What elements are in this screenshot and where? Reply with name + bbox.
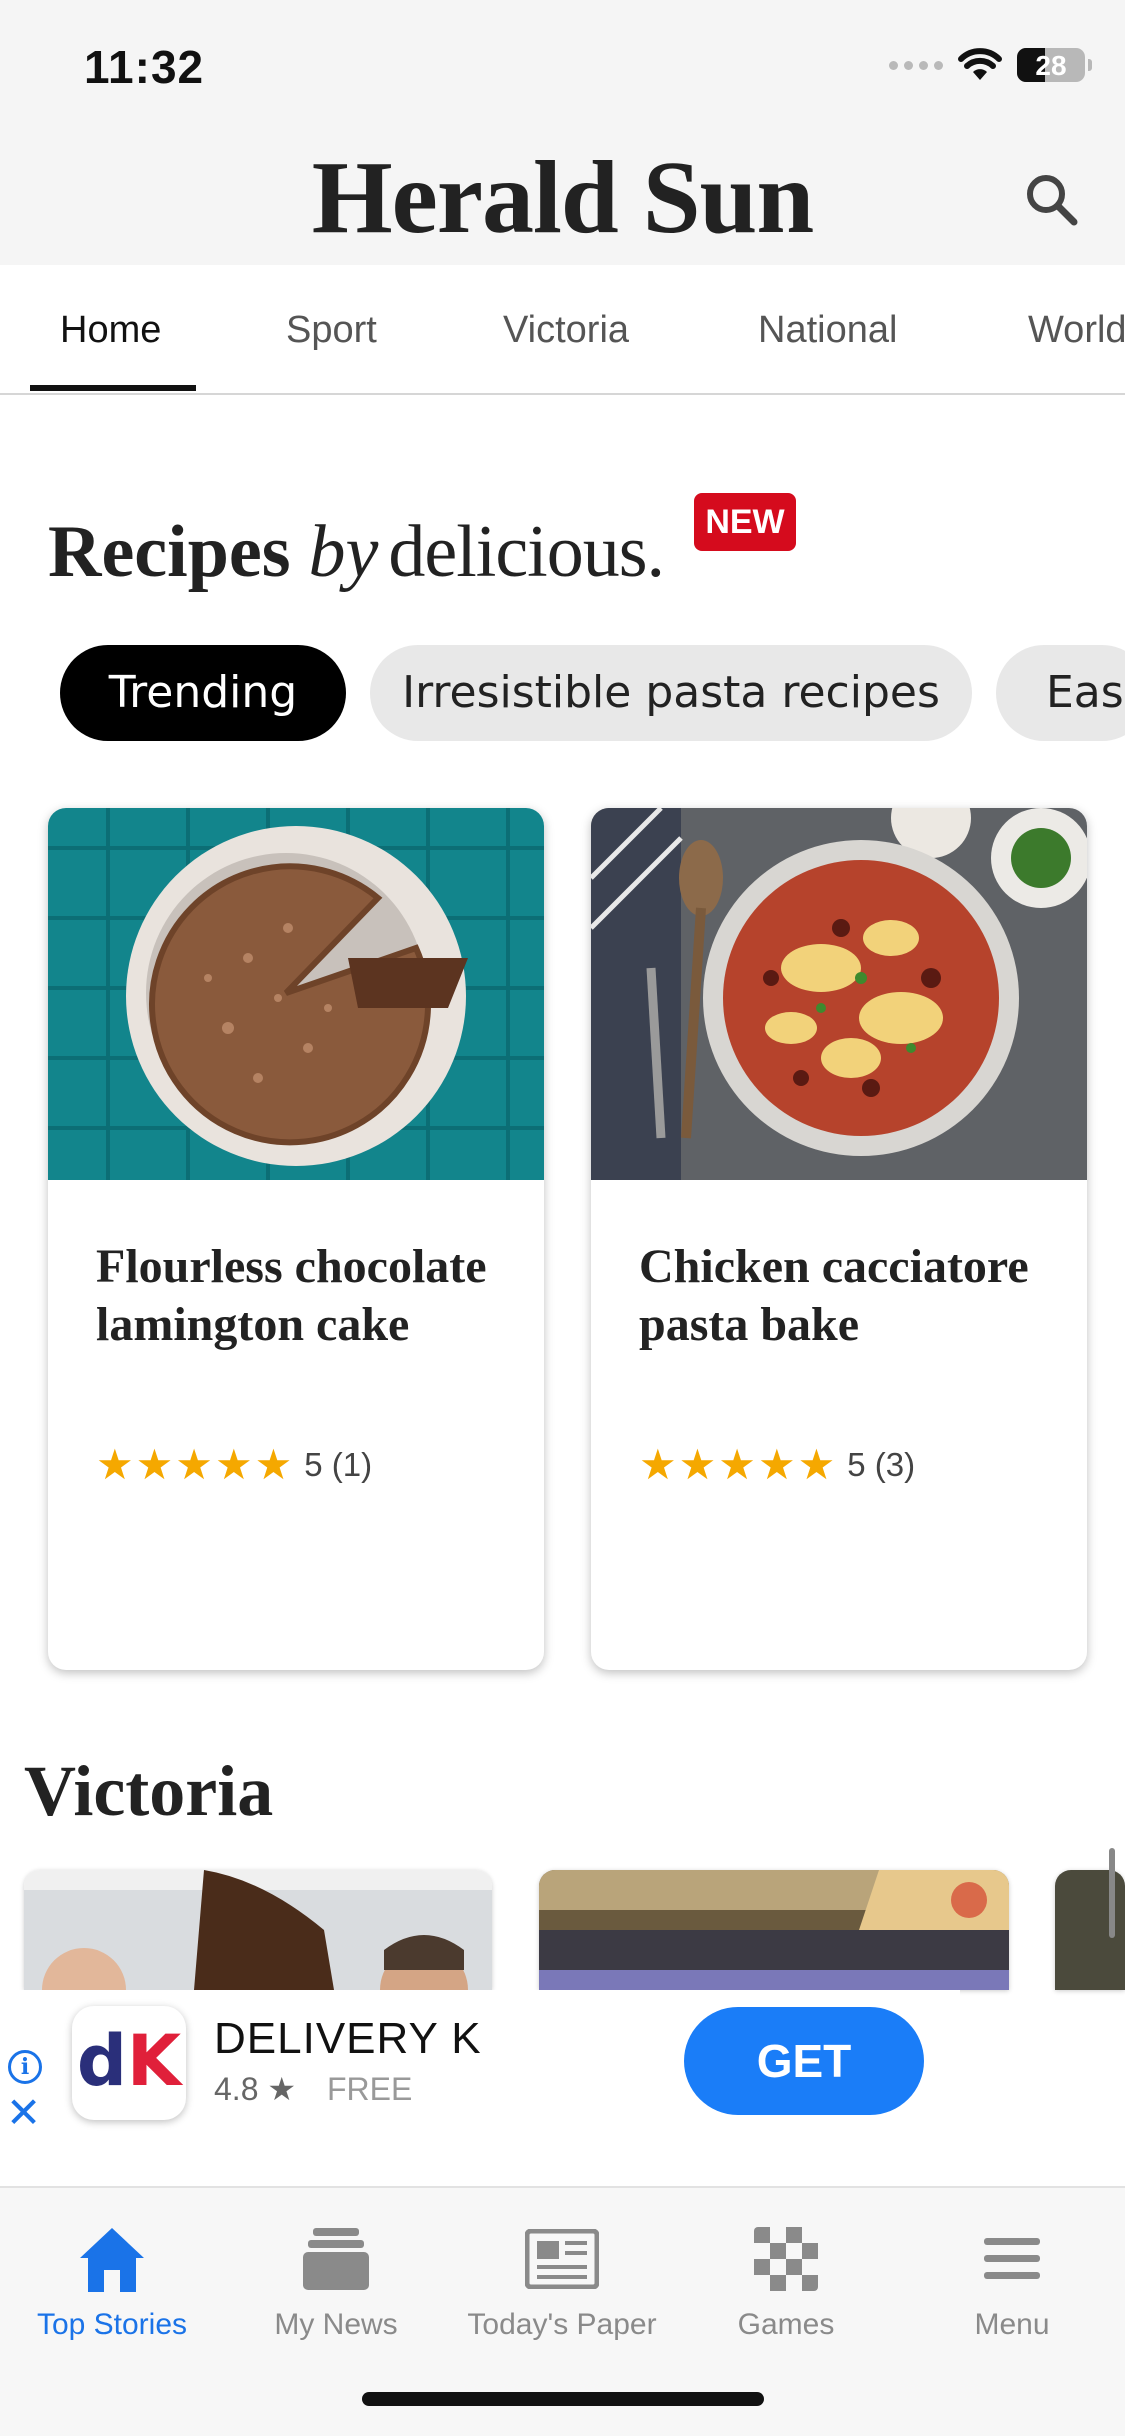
scroll-indicator[interactable] <box>1109 1848 1115 1938</box>
recipes-title-word: Recipes <box>48 511 291 593</box>
get-button[interactable]: GET <box>684 2007 924 2115</box>
tab-home[interactable]: Home <box>60 309 161 352</box>
status-time: 11:32 <box>84 41 205 93</box>
home-indicator[interactable] <box>362 2392 764 2406</box>
ad-app-meta: 4.8 ★ FREE <box>214 2070 412 2108</box>
wifi-icon <box>958 48 1002 80</box>
delicious-brand: delicious. <box>388 511 665 593</box>
recipe-title: Flourless chocolate lamington cake <box>96 1240 487 1351</box>
recipe-category-chips: Trending Irresistible pasta recipes Easy <box>0 645 1125 745</box>
recipes-title-by: by <box>308 511 379 593</box>
ad-app-rating: 4.8 ★ <box>214 2071 297 2107</box>
nav-my-news[interactable]: My News <box>226 2214 446 2342</box>
newspaper-icon <box>525 2229 599 2289</box>
games-icon <box>754 2227 818 2291</box>
tab-sport[interactable]: Sport <box>286 309 377 352</box>
nav-label: Menu <box>974 2308 1050 2341</box>
victoria-story-card[interactable] <box>24 1870 492 1990</box>
chip-easy[interactable]: Easy <box>996 645 1125 741</box>
info-icon[interactable]: i <box>8 2050 42 2084</box>
recipe-rating: ★★★★★ 5 (1) <box>96 1440 372 1489</box>
menu-icon <box>984 2238 1040 2279</box>
section-tabs: Home Sport Victoria National World <box>0 265 1125 395</box>
nav-menu[interactable]: Menu <box>902 2214 1122 2342</box>
victoria-story-card[interactable] <box>539 1870 1009 1990</box>
nav-top-stories[interactable]: Top Stories <box>2 2214 222 2342</box>
status-icons: 28 <box>889 48 1092 82</box>
rating-value: 5 (1) <box>304 1445 373 1483</box>
tab-world[interactable]: World <box>1028 309 1125 352</box>
recipe-image-pasta-bake <box>591 808 1087 1180</box>
active-tab-indicator <box>30 385 196 391</box>
app-logo-letter-k: K <box>126 2020 182 2102</box>
recipe-title: Chicken cacciatore pasta bake <box>639 1240 1029 1351</box>
nav-todays-paper[interactable]: Today's Paper <box>452 2214 672 2342</box>
nav-label: My News <box>274 2308 398 2341</box>
recipe-card[interactable]: Flourless chocolate lamington cake ★★★★★… <box>48 808 544 1670</box>
tab-victoria[interactable]: Victoria <box>503 309 629 352</box>
home-icon <box>80 2228 144 2292</box>
close-icon[interactable]: ✕ <box>6 2092 41 2134</box>
my-news-icon <box>303 2228 369 2290</box>
rating-value: 5 (3) <box>847 1445 916 1483</box>
app-logo-letter-d: d <box>76 2020 127 2102</box>
recipe-image-chocolate-cake <box>48 808 544 1180</box>
ad-app-price: FREE <box>326 2071 413 2107</box>
recipe-card[interactable]: Chicken cacciatore pasta bake ★★★★★ 5 (3… <box>591 808 1087 1670</box>
nav-label: Games <box>737 2308 835 2341</box>
star-rating-icon: ★★★★★ <box>639 1441 838 1488</box>
star-rating-icon: ★★★★★ <box>96 1441 295 1488</box>
nav-label: Top Stories <box>36 2308 188 2341</box>
recipe-rating: ★★★★★ 5 (3) <box>639 1440 915 1489</box>
top-header: 11:32 28 Herald Sun <box>0 0 1125 265</box>
masthead-logo[interactable]: Herald Sun <box>0 138 1125 257</box>
recipes-section-title: Recipes by delicious. <box>48 510 665 595</box>
victoria-section-title: Victoria <box>24 1751 274 1831</box>
app-logo-icon: dK <box>72 2006 186 2120</box>
cellular-signal-icon <box>889 60 943 70</box>
nav-games[interactable]: Games <box>676 2214 896 2342</box>
search-icon[interactable] <box>1020 168 1084 232</box>
chip-trending[interactable]: Trending <box>60 645 346 741</box>
chip-pasta[interactable]: Irresistible pasta recipes <box>370 645 972 741</box>
ad-app-name: DELIVERY K <box>214 2014 482 2063</box>
battery-level: 28 <box>1035 50 1067 81</box>
tab-national[interactable]: National <box>758 309 897 352</box>
battery-icon: 28 <box>1017 48 1092 82</box>
new-badge: NEW <box>694 493 796 551</box>
nav-label: Today's Paper <box>467 2308 657 2341</box>
